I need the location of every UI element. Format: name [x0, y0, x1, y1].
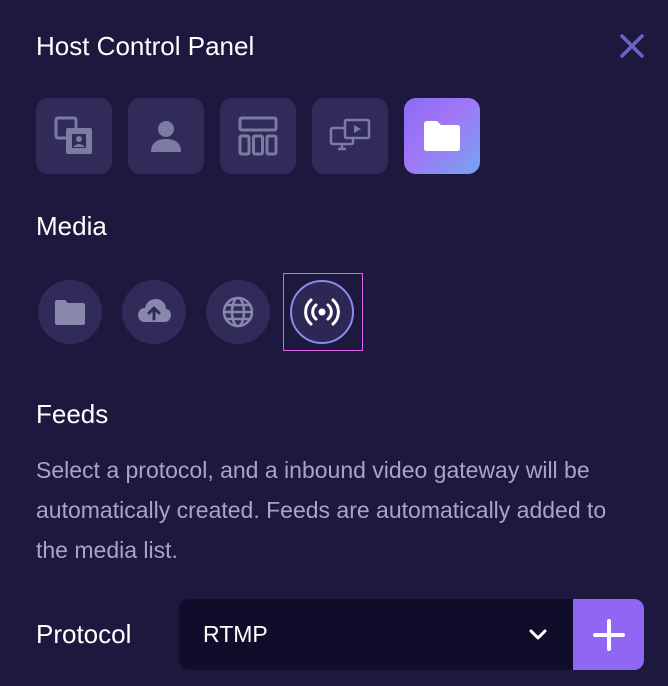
panel-title: Host Control Panel: [36, 31, 255, 61]
scenes-tab[interactable]: [36, 98, 112, 174]
screenshare-tab[interactable]: [312, 98, 388, 174]
chevron-down-icon: [529, 629, 547, 640]
media-folder-button[interactable]: [38, 280, 102, 344]
media-web-button[interactable]: [206, 280, 270, 344]
globe-icon: [222, 296, 254, 328]
scenes-icon: [54, 116, 92, 154]
tool-tabs: [36, 98, 480, 174]
media-feed-button[interactable]: [290, 280, 354, 344]
add-feed-button[interactable]: [573, 599, 644, 670]
media-upload-button[interactable]: [122, 280, 186, 344]
media-source-row: [38, 273, 363, 351]
feeds-section-title: Feeds: [36, 399, 109, 429]
media-section-title: Media: [36, 211, 107, 241]
participants-tab[interactable]: [128, 98, 204, 174]
plus-icon: [592, 618, 625, 651]
protocol-select[interactable]: RTMP: [179, 599, 573, 670]
host-control-panel: Host Control Panel Media Feeds Select a …: [0, 0, 668, 686]
close-icon: [620, 34, 644, 58]
cloud-upload-icon: [138, 299, 171, 322]
layout-icon: [238, 116, 278, 156]
screen-share-icon: [329, 118, 371, 151]
broadcast-icon: [304, 298, 340, 326]
folder-icon: [55, 300, 85, 325]
layouts-tab[interactable]: [220, 98, 296, 174]
feeds-description: Select a protocol, and a inbound video g…: [36, 457, 607, 563]
protocol-label: Protocol: [36, 619, 132, 649]
close-button[interactable]: [616, 30, 648, 62]
media-tab[interactable]: [404, 98, 480, 174]
folder-icon: [424, 121, 460, 151]
protocol-select-value: RTMP: [203, 621, 268, 647]
person-icon: [151, 121, 181, 152]
